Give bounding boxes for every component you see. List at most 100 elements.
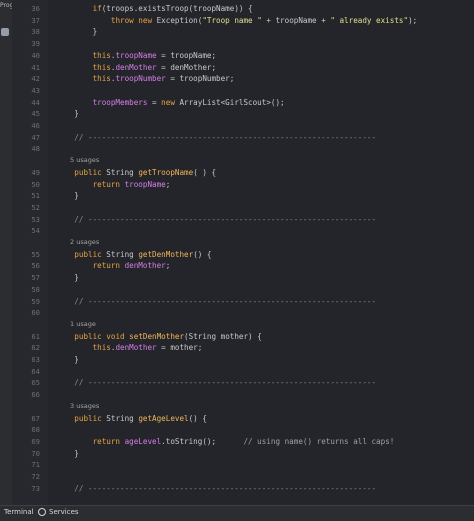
code-line: 73 // ----------------------------------…: [0, 484, 474, 496]
code-line: 47 // ----------------------------------…: [0, 133, 474, 145]
line-number: 70: [31, 448, 40, 458]
code-text[interactable]: return ageLevel.toString(); // using nam…: [56, 437, 395, 446]
usage-hint-row: 5 usages: [0, 156, 474, 168]
terminal-tab[interactable]: Terminal: [4, 508, 34, 516]
line-number: 40: [31, 50, 40, 60]
code-text[interactable]: if(troops.existsTroop(troopName)) {: [56, 4, 253, 13]
code-line: 51 }: [0, 191, 474, 203]
code-text[interactable]: throw new Exception("Troop name " + troo…: [56, 16, 417, 25]
code-line: 71: [0, 460, 474, 472]
line-number: 43: [31, 85, 40, 95]
usage-hint[interactable]: 5 usages: [70, 156, 99, 164]
line-number: 55: [31, 249, 40, 259]
code-line: 50 return troopName;: [0, 180, 474, 192]
usage-hint[interactable]: 2 usages: [70, 238, 99, 246]
code-line: 60: [0, 308, 474, 320]
line-number: 46: [31, 121, 40, 130]
line-number: 50: [31, 179, 40, 189]
code-line: 44 troopMembers = new ArrayList<GirlScou…: [0, 98, 474, 110]
code-text[interactable]: this.troopNumber = troopNumber;: [56, 74, 235, 83]
code-line: 67 public String getAgeLevel() {: [0, 414, 474, 426]
line-number: 39: [31, 39, 40, 49]
code-line: 69 return ageLevel.toString(); // using …: [0, 437, 474, 449]
line-number: 68: [31, 425, 40, 435]
code-text[interactable]: }: [56, 191, 79, 200]
code-text[interactable]: this.denMother = mother;: [56, 343, 203, 352]
code-text[interactable]: // -------------------------------------…: [56, 215, 376, 224]
line-number: 62: [31, 343, 40, 353]
usage-hint-row: 1 usage: [0, 320, 474, 332]
line-number: 71: [31, 460, 40, 470]
code-line: 43: [0, 86, 474, 98]
usage-hint[interactable]: 3 usages: [70, 402, 99, 410]
line-number: 72: [31, 472, 40, 481]
code-text[interactable]: public String getDenMother() {: [56, 250, 211, 259]
code-line: 55 public String getDenMother() {: [0, 250, 474, 262]
line-number: 60: [31, 308, 40, 318]
code-text[interactable]: this.troopName = troopName;: [56, 51, 216, 60]
usage-hint-row: 2 usages: [0, 238, 474, 250]
code-text[interactable]: }: [56, 273, 79, 282]
code-text[interactable]: // -------------------------------------…: [56, 378, 376, 387]
code-line: 58: [0, 285, 474, 297]
code-line: 38 }: [0, 27, 474, 39]
code-text[interactable]: return denMother;: [56, 261, 171, 270]
line-number: 52: [31, 202, 40, 212]
code-text[interactable]: public String getTroopName( ) {: [56, 168, 216, 177]
code-text[interactable]: }: [56, 449, 79, 458]
bottom-tool-bar: Terminal Services: [0, 505, 474, 521]
code-text[interactable]: this.denMother = denMother;: [56, 63, 216, 72]
code-text[interactable]: }: [56, 27, 98, 36]
line-number: 45: [31, 109, 40, 119]
services-label: Services: [49, 508, 79, 516]
code-line: 54: [0, 226, 474, 238]
code-text[interactable]: return troopName;: [56, 180, 171, 189]
code-line: 65 // ----------------------------------…: [0, 378, 474, 390]
code-text[interactable]: public String getAgeLevel() {: [56, 414, 207, 423]
line-number: 41: [31, 62, 40, 72]
code-line: 36 if(troops.existsTroop(troopName)) {: [0, 4, 474, 16]
code-line: 56 return denMother;: [0, 261, 474, 273]
code-line: 70 }: [0, 449, 474, 461]
code-line: 66: [0, 390, 474, 402]
code-line: 61 public void setDenMother(String mothe…: [0, 332, 474, 344]
line-number: 56: [31, 261, 40, 271]
code-line: 57 }: [0, 273, 474, 285]
line-number: 57: [31, 273, 40, 283]
services-icon: [38, 508, 46, 516]
usage-hint-row: 3 usages: [0, 402, 474, 414]
code-line: 49 public String getTroopName( ) {: [0, 168, 474, 180]
code-line: 45 }: [0, 109, 474, 121]
line-number: 47: [31, 132, 40, 142]
line-number: 44: [31, 97, 40, 107]
services-tab[interactable]: Services: [38, 508, 79, 516]
line-number: 69: [31, 436, 40, 446]
code-text[interactable]: }: [56, 355, 79, 364]
line-number: 61: [31, 331, 40, 341]
line-number: 36: [31, 4, 40, 13]
line-number: 42: [31, 74, 40, 84]
code-line: 59 // ----------------------------------…: [0, 297, 474, 309]
code-editor[interactable]: Progr 36 if(troops.existsTroop(troopName…: [0, 0, 474, 505]
line-number: 66: [31, 390, 40, 400]
code-line: 42 this.troopNumber = troopNumber;: [0, 74, 474, 86]
code-line: 63 }: [0, 355, 474, 367]
code-text[interactable]: // -------------------------------------…: [56, 133, 376, 142]
line-number: 48: [31, 144, 40, 154]
line-number: 38: [31, 27, 40, 37]
code-text[interactable]: troopMembers = new ArrayList<GirlScout>(…: [56, 98, 285, 107]
line-number: 65: [31, 378, 40, 388]
line-number: 58: [31, 284, 40, 294]
code-text[interactable]: // -------------------------------------…: [56, 484, 376, 493]
line-number: 63: [31, 355, 40, 364]
code-line: 40 this.troopName = troopName;: [0, 51, 474, 63]
code-text[interactable]: }: [56, 109, 79, 118]
code-line: 62 this.denMother = mother;: [0, 343, 474, 355]
usage-hint[interactable]: 1 usage: [70, 320, 96, 328]
code-line: 37 throw new Exception("Troop name " + t…: [0, 16, 474, 28]
code-line: 39: [0, 39, 474, 51]
code-text[interactable]: // -------------------------------------…: [56, 297, 376, 306]
line-number: 54: [31, 226, 40, 236]
code-text[interactable]: public void setDenMother(String mother) …: [56, 332, 261, 341]
line-number: 51: [31, 191, 40, 201]
